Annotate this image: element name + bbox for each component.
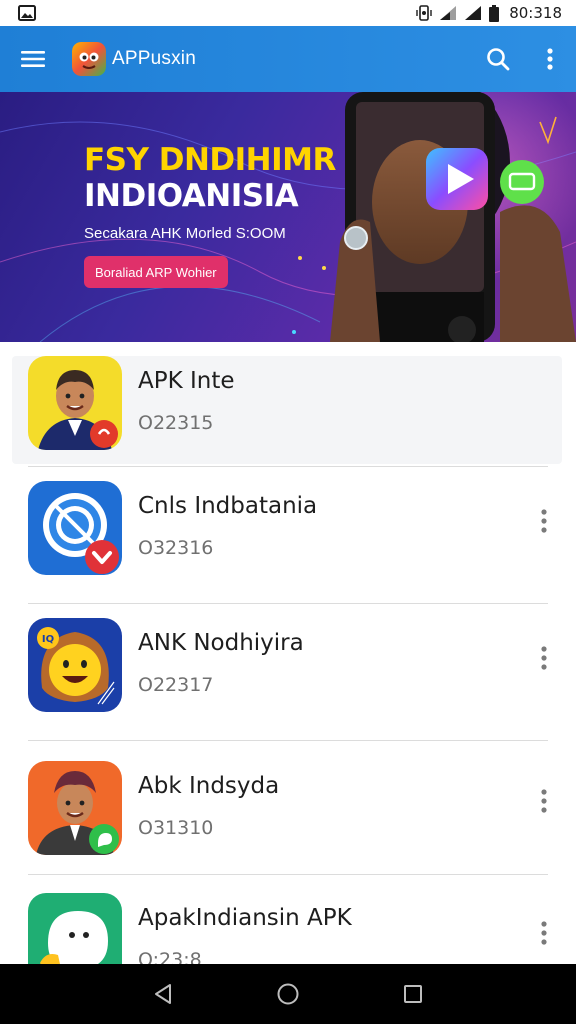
app-title-area: APPusxin — [66, 26, 196, 92]
banner-headline: FSY DNDIHIMR — [84, 142, 336, 178]
item-overflow-button[interactable] — [526, 911, 562, 955]
svg-text:IQ: IQ — [42, 634, 54, 645]
app-meta: O22315 — [138, 412, 214, 434]
more-vert-icon — [547, 48, 553, 70]
divider — [28, 874, 548, 875]
app-name: APK Inte — [138, 368, 235, 394]
menu-icon — [21, 51, 45, 67]
more-vert-icon — [541, 789, 547, 813]
item-overflow-button[interactable] — [526, 779, 562, 823]
overflow-menu-button[interactable] — [524, 26, 576, 92]
list-item[interactable]: Abk Indsyda O31310 — [0, 747, 576, 883]
item-overflow-button[interactable] — [526, 499, 562, 543]
app-name: Abk Indsyda — [138, 773, 280, 799]
search-icon — [487, 48, 510, 71]
banner-cta-button[interactable]: Boraliad ARP Wohier — [84, 256, 228, 288]
home-button[interactable] — [258, 964, 318, 1024]
chat-app-icon — [28, 893, 122, 964]
more-vert-icon — [541, 509, 547, 533]
item-overflow-button[interactable] — [526, 636, 562, 680]
menu-button[interactable] — [0, 26, 66, 92]
promo-banner[interactable]: FSY DNDIHIMR INDIOANISIA Secakara AHK Mo… — [0, 92, 576, 342]
back-icon — [154, 984, 171, 1004]
search-button[interactable] — [472, 26, 524, 92]
list-item[interactable]: IQ ANK Nodhiyira O22317 — [0, 604, 576, 740]
sync-app-icon — [28, 481, 122, 575]
back-button[interactable] — [133, 964, 193, 1024]
avatar-icon — [28, 761, 122, 855]
home-icon — [277, 983, 299, 1005]
app-name: ANK Nodhiyira — [138, 630, 304, 656]
more-vert-icon — [541, 921, 547, 945]
signal-icon — [440, 6, 457, 20]
battery-icon — [489, 4, 500, 22]
app-meta: O32316 — [138, 537, 214, 559]
image-icon — [18, 5, 36, 21]
app-name: ApakIndiansin APK — [138, 905, 352, 931]
banner-tagline: Secakara AHK Morled S:OOM — [84, 225, 286, 242]
system-nav-bar — [0, 964, 576, 1024]
status-right: 80:318 — [416, 4, 562, 22]
avatar-icon — [28, 356, 122, 450]
more-vert-icon — [541, 646, 547, 670]
app-bar-actions — [472, 26, 576, 92]
divider — [28, 740, 548, 741]
status-bar: 80:318 — [0, 0, 576, 26]
app-meta: O:23:8 — [138, 949, 202, 964]
app-logo — [72, 42, 106, 76]
app-list: APK Inte O22315 Cnls Indbatania O32316 I… — [0, 342, 576, 964]
list-item[interactable]: ApakIndiansin APK O:23:8 — [0, 879, 576, 964]
app-title: APPusxin — [112, 48, 196, 69]
app-meta: O22317 — [138, 674, 214, 696]
banner-subheadline: INDIOANISIA — [84, 178, 299, 214]
status-time: 80:318 — [509, 4, 562, 22]
vibrate-icon — [416, 5, 432, 21]
signal-icon — [465, 6, 482, 20]
recents-button[interactable] — [383, 964, 443, 1024]
banner-artwork — [0, 92, 576, 342]
app-meta: O31310 — [138, 817, 214, 839]
recents-icon — [404, 985, 423, 1003]
app-bar: APPusxin — [0, 26, 576, 92]
screen: 80:318 APPusxin FSY DNDIHIMR INDIOANISIA… — [0, 0, 576, 1024]
list-item[interactable]: Cnls Indbatania O32316 — [0, 467, 576, 603]
app-name: Cnls Indbatania — [138, 493, 318, 519]
list-item[interactable]: APK Inte O22315 — [0, 342, 576, 478]
status-left — [18, 5, 36, 21]
emoji-app-icon: IQ — [28, 618, 122, 712]
